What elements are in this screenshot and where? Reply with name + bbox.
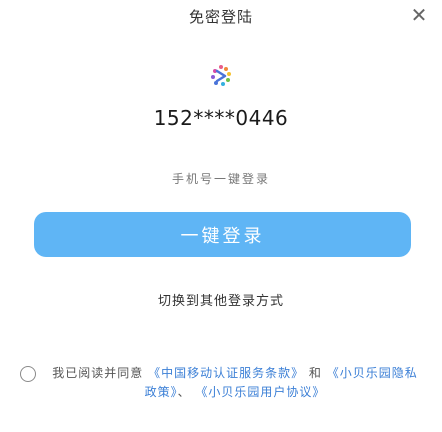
user-agreement-link[interactable]: 《小贝乐园用户协议》 [195,385,325,399]
one-click-login-button[interactable]: 一键登录 [34,212,411,257]
login-subtitle: 手机号一键登录 [171,172,270,186]
agreement-row: 我已阅读并同意 《中国移动认证服务条款》 和 《小贝乐园隐私政策》、 《小贝乐园… [20,364,420,402]
agreement-and: 和 [308,366,322,380]
agreement-prefix: 我已阅读并同意 [52,366,144,380]
agreement-separator: 、 [177,385,191,399]
agreement-checkbox[interactable] [20,366,36,382]
login-page: 免密登陆 ✕ 152****0446 手机号一键登录 一键登录 切换到其他登录方… [0,0,442,432]
switch-login-method-link[interactable]: 切换到其他登录方式 [0,290,442,309]
agreement-text: 我已阅读并同意 《中国移动认证服务条款》 和 《小贝乐园隐私政策》、 《小贝乐园… [50,364,420,402]
carrier-terms-link[interactable]: 《中国移动认证服务条款》 [148,366,304,380]
page-title: 免密登陆 [188,8,253,26]
close-button[interactable]: ✕ [408,4,430,26]
close-icon: ✕ [410,3,428,27]
app-logo-icon [211,65,231,86]
masked-phone-number: 152****0446 [153,106,289,130]
